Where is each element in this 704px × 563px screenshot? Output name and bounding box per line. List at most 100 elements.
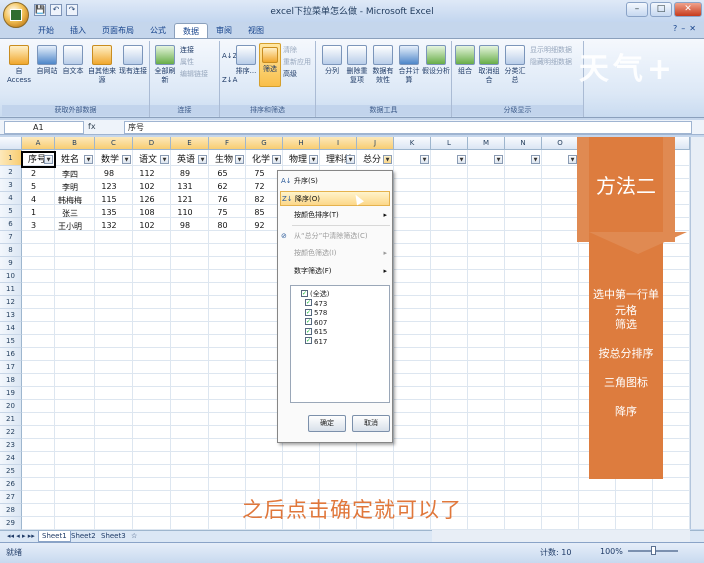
- data-cell[interactable]: 76: [209, 195, 236, 204]
- tab-data[interactable]: 数据: [174, 23, 208, 38]
- data-cell[interactable]: 75: [209, 208, 236, 217]
- column-header[interactable]: D: [133, 137, 171, 150]
- row-header[interactable]: 3: [0, 179, 22, 192]
- column-header[interactable]: O: [542, 137, 579, 150]
- column-header[interactable]: B: [55, 137, 95, 150]
- filter-dropdown-icon[interactable]: ▼: [272, 155, 281, 164]
- data-cell[interactable]: 80: [209, 221, 236, 230]
- help-icon[interactable]: ?: [673, 24, 677, 33]
- filter-dropdown-icon[interactable]: ▼: [122, 155, 131, 164]
- checkbox-icon[interactable]: ✓: [305, 318, 312, 325]
- data-cell[interactable]: 115: [95, 195, 123, 204]
- advanced-link[interactable]: 高级: [283, 69, 297, 80]
- filter-dropdown-icon[interactable]: ▼: [160, 155, 169, 164]
- column-header[interactable]: I: [320, 137, 357, 150]
- tab-page-layout[interactable]: 页面布局: [94, 23, 142, 38]
- row-header[interactable]: 5: [0, 205, 22, 218]
- reapply-link[interactable]: 重新应用: [283, 57, 311, 68]
- existing-connections-button[interactable]: 现有连接: [119, 45, 147, 76]
- data-cell[interactable]: 2: [22, 169, 45, 178]
- data-cell[interactable]: 89: [171, 169, 199, 178]
- filter-dropdown-icon[interactable]: ▼: [457, 155, 466, 164]
- column-header[interactable]: C: [95, 137, 133, 150]
- sort-ascending-item[interactable]: A↓ 升序(S): [280, 174, 390, 189]
- data-cell[interactable]: 张三: [55, 208, 85, 219]
- from-web-button[interactable]: 自网站: [34, 45, 60, 76]
- consolidate-button[interactable]: 合并计算: [396, 45, 422, 85]
- data-cell[interactable]: 82: [246, 195, 273, 204]
- data-cell[interactable]: 135: [95, 208, 123, 217]
- tab-view[interactable]: 视图: [240, 23, 272, 38]
- filter-value-list[interactable]: ✓ (全选) ✓ 473 ✓ 578 ✓ 607 ✓ 615 ✓ 617: [290, 285, 390, 403]
- data-cell[interactable]: 132: [95, 221, 123, 230]
- filter-dropdown-icon[interactable]: ▼: [494, 155, 503, 164]
- zoom-slider-handle[interactable]: [651, 546, 656, 555]
- filter-dropdown-icon[interactable]: ▼: [309, 155, 318, 164]
- row-header[interactable]: 27: [0, 491, 22, 504]
- row-header[interactable]: 18: [0, 374, 22, 387]
- refresh-all-button[interactable]: 全部刷新: [152, 45, 178, 85]
- filter-checkbox-item[interactable]: ✓ 615: [305, 327, 327, 337]
- filter-dropdown-icon[interactable]: ▼: [198, 155, 207, 164]
- column-header[interactable]: F: [209, 137, 246, 150]
- tab-home[interactable]: 开始: [30, 23, 62, 38]
- ok-button[interactable]: 确定: [308, 415, 346, 432]
- row-header[interactable]: 25: [0, 465, 22, 478]
- row-header[interactable]: 1: [0, 150, 22, 166]
- column-header[interactable]: L: [431, 137, 468, 150]
- column-header[interactable]: H: [283, 137, 320, 150]
- filter-checkbox-item[interactable]: ✓ 578: [305, 308, 327, 318]
- checkbox-icon[interactable]: ✓: [305, 299, 312, 306]
- sheet-tab-3[interactable]: Sheet3: [98, 531, 129, 542]
- vertical-scrollbar[interactable]: [690, 137, 704, 529]
- row-header[interactable]: 23: [0, 439, 22, 452]
- checkbox-icon[interactable]: ✓: [305, 308, 312, 316]
- what-if-button[interactable]: 假设分析: [422, 45, 450, 76]
- office-button[interactable]: [3, 2, 29, 28]
- filter-dropdown-icon[interactable]: ▼: [346, 155, 355, 164]
- row-header[interactable]: 11: [0, 283, 22, 296]
- data-cell[interactable]: 98: [95, 169, 123, 178]
- close-workbook-icon[interactable]: ✕: [689, 24, 696, 33]
- undo-icon[interactable]: ↶: [50, 4, 62, 16]
- sheet-tab-2[interactable]: Sheet2: [68, 531, 99, 542]
- checkbox-icon[interactable]: ✓: [305, 327, 312, 335]
- row-header[interactable]: 24: [0, 452, 22, 465]
- filter-checkbox-item[interactable]: ✓ 617: [305, 337, 327, 347]
- column-header[interactable]: E: [171, 137, 209, 150]
- ungroup-button[interactable]: 取消组合: [476, 45, 502, 85]
- data-cell[interactable]: 121: [171, 195, 199, 204]
- horizontal-scrollbar[interactable]: [432, 530, 690, 542]
- name-box[interactable]: A1: [4, 121, 84, 134]
- sort-button[interactable]: 排序...: [234, 45, 258, 76]
- sort-descending-item[interactable]: Z↓ 降序(O): [280, 191, 390, 206]
- row-header[interactable]: 19: [0, 387, 22, 400]
- tab-review[interactable]: 审阅: [208, 23, 240, 38]
- row-header[interactable]: 26: [0, 478, 22, 491]
- filter-checkbox-item[interactable]: ✓ (全选): [301, 289, 329, 299]
- filter-dropdown-icon[interactable]: ▼: [383, 155, 392, 164]
- close-button[interactable]: ✕: [674, 2, 702, 17]
- data-cell[interactable]: 1: [22, 208, 45, 217]
- data-cell[interactable]: 韩梅梅: [55, 195, 85, 206]
- hide-detail-link[interactable]: 隐藏明细数据: [530, 57, 572, 68]
- edit-links-link[interactable]: 编辑链接: [180, 69, 208, 80]
- subtotal-button[interactable]: 分类汇总: [502, 45, 528, 85]
- row-header[interactable]: 7: [0, 231, 22, 244]
- row-header[interactable]: 14: [0, 322, 22, 335]
- filter-checkbox-item[interactable]: ✓ 473: [305, 299, 327, 309]
- show-detail-link[interactable]: 显示明细数据: [530, 45, 572, 56]
- remove-duplicates-button[interactable]: 删除重复项: [344, 45, 370, 85]
- row-header[interactable]: 2: [0, 166, 22, 179]
- from-access-button[interactable]: 自 Access: [4, 45, 34, 85]
- from-text-button[interactable]: 自文本: [60, 45, 86, 76]
- row-header[interactable]: 12: [0, 296, 22, 309]
- data-cell[interactable]: 131: [171, 182, 199, 191]
- row-header[interactable]: 10: [0, 270, 22, 283]
- row-header[interactable]: 8: [0, 244, 22, 257]
- cancel-button[interactable]: 取消: [352, 415, 390, 432]
- formula-input[interactable]: 序号: [124, 121, 692, 134]
- minimize-workbook-icon[interactable]: –: [681, 24, 685, 33]
- filter-dropdown-icon[interactable]: ▼: [84, 155, 93, 164]
- column-header[interactable]: A: [22, 137, 55, 150]
